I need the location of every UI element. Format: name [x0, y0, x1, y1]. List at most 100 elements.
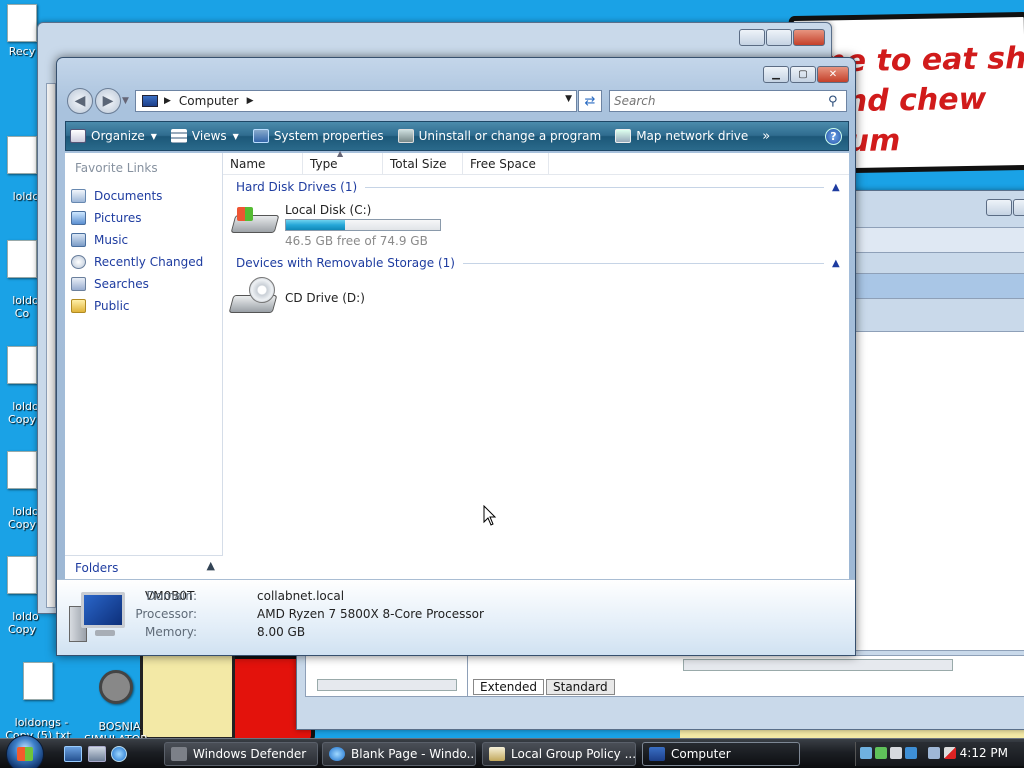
column-header-name[interactable]: Name [223, 153, 303, 175]
close-button[interactable] [793, 29, 825, 46]
maximize-button[interactable] [766, 29, 792, 46]
drive-item-local-disk-c[interactable]: Local Disk (C:) 46.5 GB free of 74.9 GB [230, 201, 441, 248]
explorer-window[interactable]: ▁ ▢ ✕ ◀ ▶ ▼ ▶ Computer ▶ ▼ ⇄ ⚲ Organize … [56, 57, 856, 656]
minimize-button[interactable] [986, 199, 1012, 216]
tab-extended[interactable]: Extended [473, 679, 544, 695]
detail-value: AMD Ryzen 7 5800X 8-Core Processor [257, 607, 484, 621]
text-file-icon [7, 556, 37, 594]
column-headers: Name Type ▲ Total Size Free Space [223, 149, 849, 175]
nav-item-label: Music [94, 233, 129, 247]
system-properties-button[interactable]: System properties [252, 129, 384, 143]
minimize-button[interactable]: ▁ [763, 66, 789, 83]
nav-item-music[interactable]: Music [71, 229, 203, 251]
map-drive-label: Map network drive [636, 129, 749, 143]
breadcrumb-arrow-icon[interactable]: ▶ [164, 96, 171, 106]
file-list[interactable]: Name Type ▲ Total Size Free Space Hard D… [223, 149, 849, 579]
more-commands-button[interactable]: » [762, 129, 770, 144]
folders-label: Folders [75, 561, 119, 575]
nav-item-pictures[interactable]: Pictures [71, 207, 203, 229]
desktop-icon-bosnia-simulator[interactable]: BOSNIA SIMULATOR [76, 644, 156, 746]
hard-disk-icon [230, 201, 280, 237]
drive-name: CD Drive (D:) [285, 291, 365, 305]
group-header-removable-storage[interactable]: Devices with Removable Storage (1) ▲ [236, 256, 842, 270]
column-header-type[interactable]: Type ▲ [303, 149, 383, 175]
address-row: ◀ ▶ ▼ ▶ Computer ▶ ▼ ⇄ ⚲ [65, 86, 851, 116]
desktop-icon-label: loldc [12, 190, 39, 203]
internet-explorer-icon[interactable] [111, 746, 127, 762]
breadcrumb-arrow-icon[interactable]: ▶ [247, 96, 254, 106]
search-input[interactable] [610, 92, 828, 110]
close-button[interactable]: ✕ [817, 66, 849, 83]
mouse-cursor-icon [483, 505, 497, 526]
start-button[interactable] [6, 735, 44, 768]
drive-free-space: 46.5 GB free of 74.9 GB [285, 234, 428, 248]
views-button[interactable]: Views ▼ [170, 129, 239, 143]
group-policy-icon [489, 747, 505, 761]
computer-icon [142, 95, 158, 107]
maximize-button[interactable]: ▢ [790, 66, 816, 83]
taskbar-button-computer[interactable]: Computer [642, 742, 800, 766]
breadcrumb-computer[interactable]: Computer [179, 94, 239, 108]
column-header-total-size[interactable]: Total Size [383, 153, 463, 175]
horizontal-scrollbar[interactable] [683, 659, 953, 671]
public-folder-icon [71, 299, 86, 313]
chevron-up-icon[interactable]: ▲ [832, 182, 842, 193]
address-dropdown-icon[interactable]: ▼ [565, 94, 572, 104]
chevron-up-icon: ▲ [206, 559, 215, 572]
search-icon[interactable]: ⚲ [828, 94, 846, 109]
group-header-hard-disk-drives[interactable]: Hard Disk Drives (1) ▲ [236, 180, 842, 194]
forward-arrow-icon: ▶ [102, 93, 114, 109]
task-label: Local Group Policy ... [511, 747, 636, 761]
search-box[interactable]: ⚲ [609, 90, 847, 112]
horizontal-scrollbar[interactable] [317, 679, 457, 691]
desktop-icon-label: loldo Copy [8, 610, 39, 636]
maximize-button[interactable] [1013, 199, 1024, 216]
switch-windows-icon[interactable] [88, 746, 106, 762]
taskbar-button-windows-defender[interactable]: Windows Defender [164, 742, 318, 766]
help-button[interactable]: ? [825, 128, 842, 145]
uninstall-program-button[interactable]: Uninstall or change a program [397, 129, 601, 143]
forward-button[interactable]: ▶ [95, 88, 121, 114]
nav-item-searches[interactable]: Searches [71, 273, 203, 295]
organize-label: Organize [91, 129, 145, 143]
window-body [46, 83, 56, 608]
detail-value: 8.00 GB [257, 625, 306, 639]
taskbar-button-blank-page[interactable]: Blank Page - Windo... [322, 742, 476, 766]
back-button[interactable]: ◀ [67, 88, 93, 114]
chevron-up-icon[interactable]: ▲ [832, 258, 842, 269]
nav-item-recently-changed[interactable]: Recently Changed [71, 251, 203, 273]
tray-network-icon[interactable] [860, 747, 872, 759]
tray-security-icon[interactable] [875, 747, 887, 759]
tab-standard[interactable]: Standard [546, 679, 615, 695]
task-label: Computer [671, 747, 731, 761]
minimize-button[interactable] [739, 29, 765, 46]
windows-defender-icon [171, 747, 187, 761]
cd-drive-icon [228, 277, 279, 321]
clock[interactable]: 4:12 PM [960, 746, 1008, 760]
uninstall-icon [397, 129, 414, 143]
nav-item-documents[interactable]: Documents [71, 185, 203, 207]
map-network-drive-button[interactable]: Map network drive [615, 129, 748, 143]
network-drive-icon [615, 129, 632, 143]
recent-pages-dropdown-icon[interactable]: ▼ [122, 96, 129, 106]
tray-app-icon[interactable] [890, 747, 902, 759]
views-icon [170, 129, 187, 143]
nav-item-public[interactable]: Public [71, 295, 203, 317]
drive-item-cd-drive-d[interactable]: CD Drive (D:) [228, 277, 365, 321]
folders-toggle[interactable]: Folders ▲ [65, 555, 223, 579]
organize-button[interactable]: Organize ▼ [70, 129, 157, 143]
tray-network-icon[interactable] [928, 747, 940, 759]
refresh-button[interactable]: ⇄ [578, 90, 602, 112]
address-bar[interactable]: ▶ Computer ▶ ▼ [135, 90, 577, 112]
text-file-icon [7, 451, 37, 489]
taskbar-button-group-policy[interactable]: Local Group Policy ... [482, 742, 636, 766]
notification-area: 4:12 PM [855, 742, 1024, 766]
tray-app-icon[interactable] [905, 747, 917, 759]
tray-volume-muted-icon[interactable] [944, 747, 956, 759]
system-properties-label: System properties [273, 129, 384, 143]
text-file-icon [7, 240, 37, 278]
computer-icon [649, 747, 665, 761]
show-desktop-icon[interactable] [64, 746, 82, 762]
column-header-free-space[interactable]: Free Space [463, 153, 549, 175]
recycle-bin-icon [7, 4, 37, 42]
